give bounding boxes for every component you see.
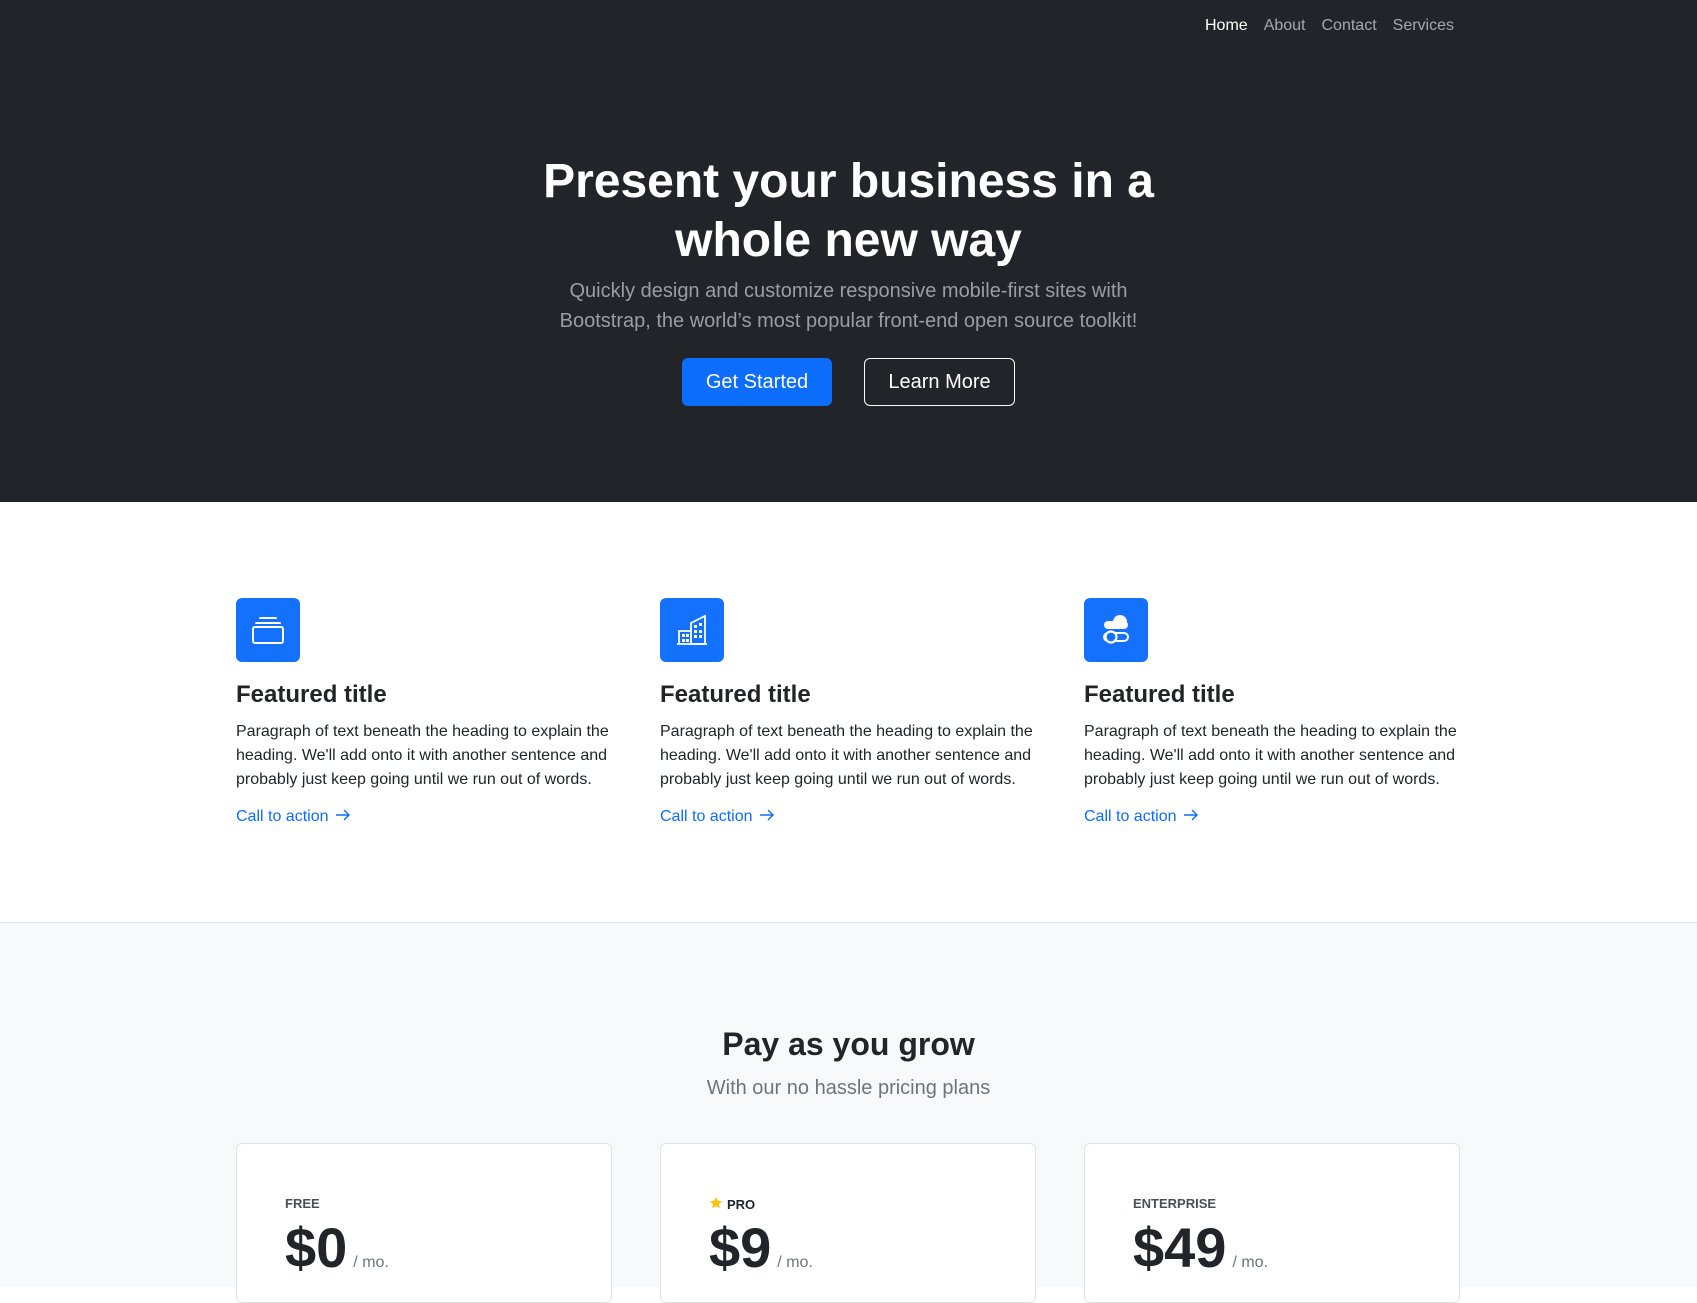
plan-name-label: ENTERPRISE — [1133, 1196, 1217, 1211]
arrow-right-icon — [759, 808, 775, 826]
plan-period: / mo. — [353, 1254, 389, 1271]
nav-link-contact[interactable]: Contact — [1322, 17, 1377, 35]
hero-lead: Quickly design and customize responsive … — [0, 276, 1697, 336]
pricing-section: Pay as you grow With our no hassle prici… — [0, 923, 1697, 1303]
pricing-card-free: FREE $0 / mo. — [236, 1143, 612, 1303]
plan-name: ENTERPRISE — [1133, 1196, 1216, 1211]
arrow-right-icon — [1183, 808, 1199, 826]
feature-item: Featured title Paragraph of text beneath… — [1084, 598, 1474, 826]
arrow-right-icon — [335, 808, 351, 826]
pricing-subtitle: With our no hassle pricing plans — [706, 1077, 991, 1099]
get-started-button[interactable]: Get Started — [682, 358, 832, 406]
star-icon — [709, 1196, 723, 1213]
plan-name-label: FREE — [285, 1196, 320, 1211]
hero-lead-line: Quickly design and customize responsive … — [569, 280, 1128, 302]
collection-icon — [236, 598, 300, 662]
call-to-action-link[interactable]: Call to action — [660, 808, 775, 826]
feature-text: Paragraph of text beneath the heading to… — [1084, 723, 1457, 788]
plan-name: FREE — [285, 1196, 320, 1211]
hero-buttons: Get Started Learn More — [0, 358, 1697, 406]
plan-period: / mo. — [1232, 1254, 1268, 1271]
plan-amount: $49 — [1133, 1216, 1227, 1279]
hero-title-line: Present your business in a — [543, 155, 1154, 208]
hero-lead-line: Bootstrap, the world’s most popular fron… — [559, 310, 1138, 332]
feature-text: Paragraph of text beneath the heading to… — [236, 723, 609, 788]
call-to-action-link[interactable]: Call to action — [236, 808, 351, 826]
call-to-action-label: Call to action — [660, 808, 753, 825]
feature-item: Featured title Paragraph of text beneath… — [660, 598, 1050, 826]
hero-title: Present your business in a whole new way — [0, 152, 1697, 270]
plan-name: PRO — [709, 1196, 755, 1213]
plan-name-label: PRO — [727, 1197, 756, 1212]
nav-link-services[interactable]: Services — [1393, 17, 1454, 35]
plan-amount: $0 — [285, 1216, 348, 1279]
plan-price: $9 / mo. — [709, 1216, 813, 1280]
feature-text: Paragraph of text beneath the heading to… — [660, 723, 1033, 788]
plan-price: $0 / mo. — [285, 1216, 389, 1280]
pricing-card-pro: PRO $9 / mo. — [660, 1143, 1036, 1303]
building-icon — [660, 598, 724, 662]
feature-title: Featured title — [660, 681, 811, 708]
features-section: Featured title Paragraph of text beneath… — [0, 502, 1697, 923]
pricing-title: Pay as you grow — [722, 1026, 975, 1062]
call-to-action-label: Call to action — [1084, 808, 1177, 825]
toggles-icon — [1084, 598, 1148, 662]
top-nav: Home About Contact Services — [1205, 17, 1454, 35]
feature-title: Featured title — [1084, 681, 1235, 708]
pricing-card-enterprise: ENTERPRISE $49 / mo. — [1084, 1143, 1460, 1303]
learn-more-button[interactable]: Learn More — [864, 358, 1015, 406]
call-to-action-link[interactable]: Call to action — [1084, 808, 1199, 826]
plan-price: $49 / mo. — [1133, 1216, 1268, 1280]
plan-period: / mo. — [777, 1254, 813, 1271]
nav-link-about[interactable]: About — [1264, 17, 1306, 35]
hero-title-line: whole new way — [675, 214, 1022, 267]
hero-section: Home About Contact Services Present your… — [0, 0, 1697, 502]
feature-item: Featured title Paragraph of text beneath… — [236, 598, 626, 826]
feature-title: Featured title — [236, 681, 387, 708]
call-to-action-label: Call to action — [236, 808, 329, 825]
plan-amount: $9 — [709, 1216, 772, 1279]
nav-link-home[interactable]: Home — [1205, 17, 1248, 35]
